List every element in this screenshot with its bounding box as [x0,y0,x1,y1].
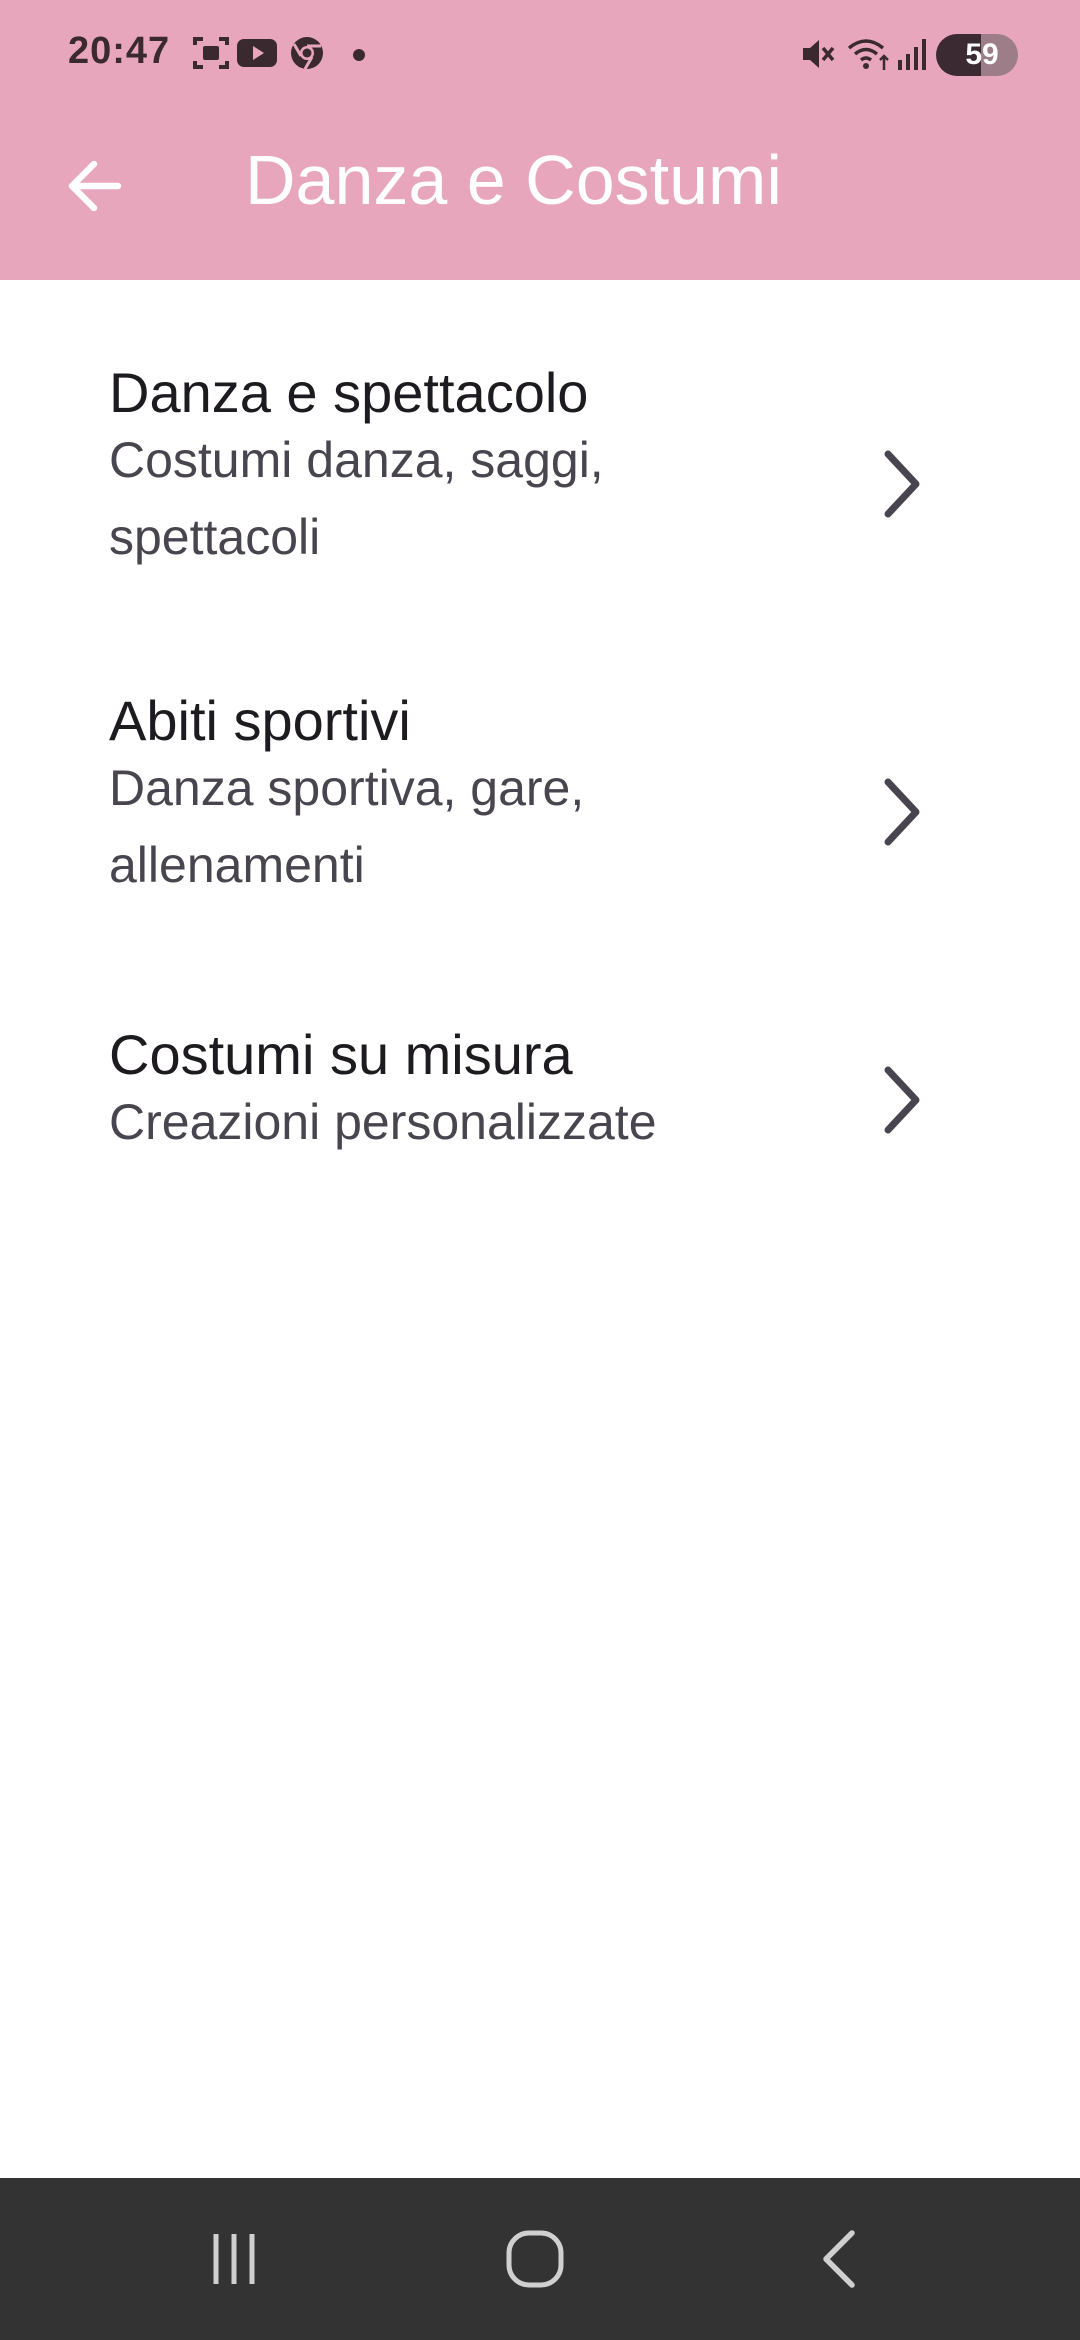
list-item-title: Abiti sportivi [109,689,411,752]
home-button[interactable] [425,2178,645,2340]
list-item-subtitle: Danza sportiva, gare, allenamenti [109,760,585,893]
app-bar: 20:47 59 Danza e Costumi [0,0,1080,280]
wifi-icon [846,34,892,79]
recents-button[interactable] [124,2178,344,2340]
list-item-title: Costumi su misura [109,1023,573,1086]
notification-dot-icon [352,48,366,67]
list-item-subtitle: Creazioni personalizzate [109,1094,657,1150]
system-nav-bar [0,2178,1080,2340]
back-arrow-button[interactable] [56,148,132,224]
home-icon [506,2230,564,2288]
signal-icon [896,34,926,79]
youtube-icon [236,34,278,77]
chrome-icon [288,34,326,77]
list-item-abiti-sportivi[interactable]: Abiti sportivi Danza sportiva, gare, all… [0,688,1080,958]
list-item-title: Danza e spettacolo [109,361,589,424]
screenshot-icon [192,34,230,77]
mute-icon [800,34,836,79]
status-time: 20:47 [68,30,171,72]
list-item-costumi-su-misura[interactable]: Costumi su misura Creazioni personalizza… [0,1022,1080,1222]
system-back-button[interactable] [730,2178,950,2340]
list-item-subtitle: Costumi danza, saggi, spettacoli [109,432,604,565]
page-title: Danza e Costumi [245,141,782,219]
status-bar: 20:47 59 [0,0,1080,110]
chevron-right-icon [884,778,920,846]
back-icon [823,2230,855,2288]
list-item-danza-e-spettacolo[interactable]: Danza e spettacolo Costumi danza, saggi,… [0,360,1080,630]
battery-level: 59 [965,38,999,71]
recents-icon [213,2234,255,2284]
chevron-right-icon [884,1066,920,1134]
chevron-right-icon [884,450,920,518]
arrow-left-icon [68,160,122,212]
battery-charging-icon: 59 [936,34,1018,76]
